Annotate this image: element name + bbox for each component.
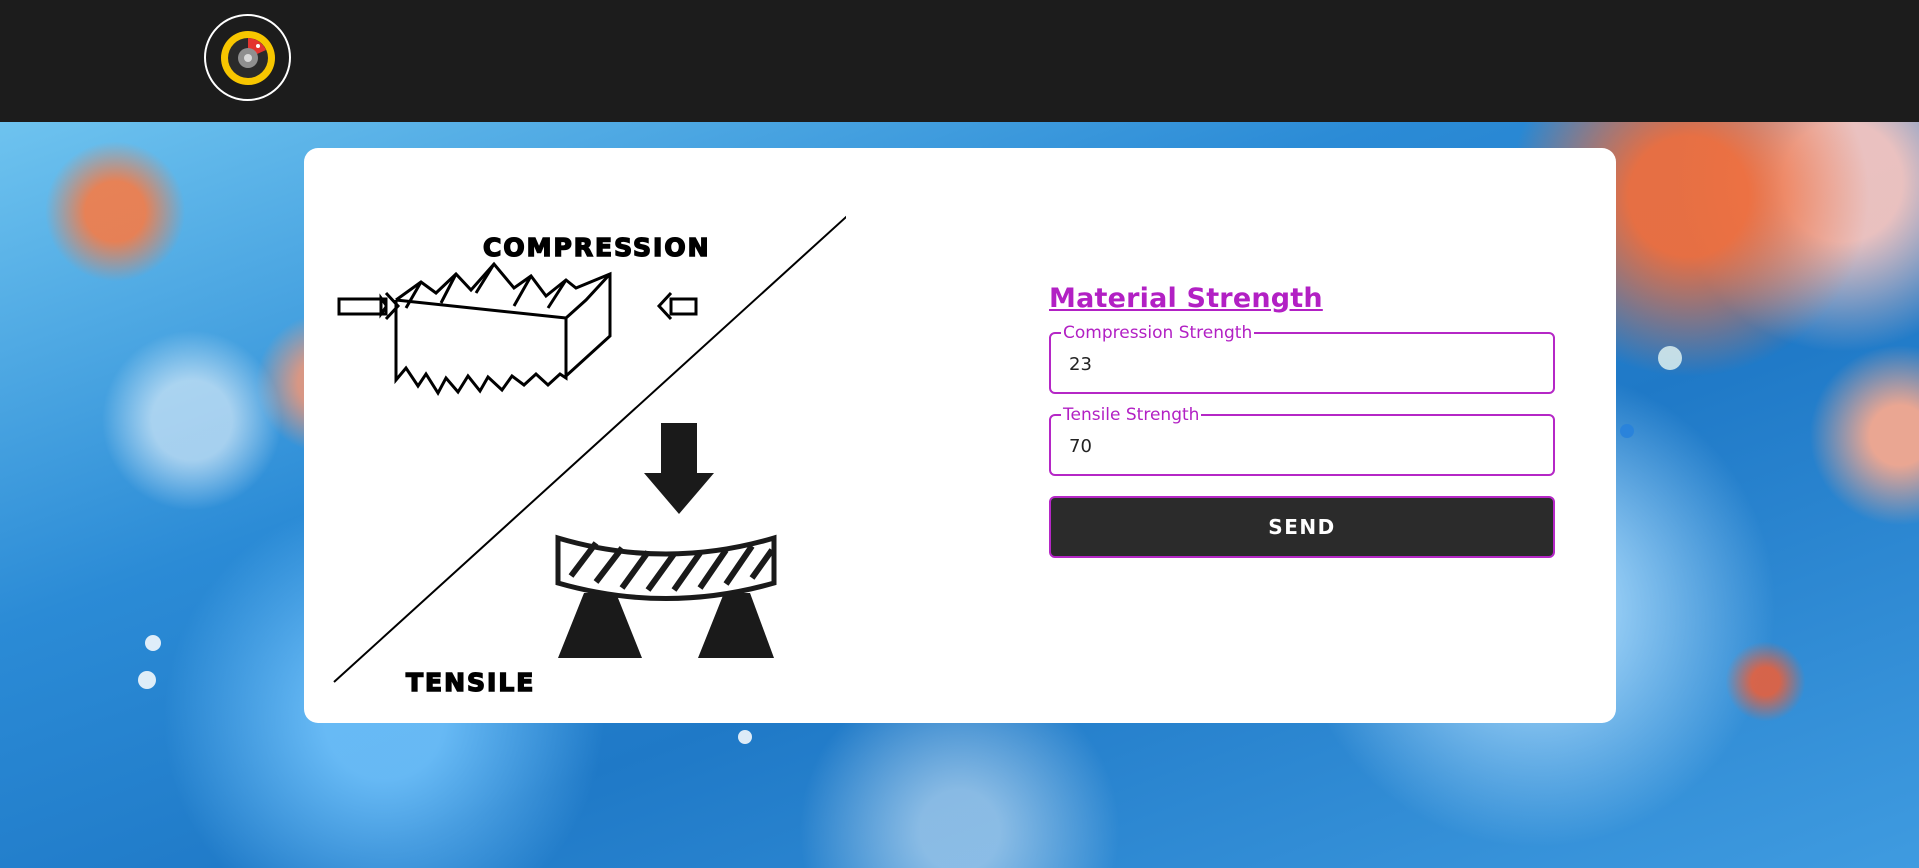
main-card: COMPRESSION TENSILE Material Strength Co… xyxy=(304,148,1616,723)
compression-strength-field: Compression Strength xyxy=(1049,323,1555,394)
tensile-beam-icon xyxy=(555,423,777,658)
form-title-link[interactable]: Material Strength xyxy=(1049,279,1555,319)
tensile-label: TENSILE xyxy=(406,668,535,697)
compression-block-icon xyxy=(337,261,698,396)
logo-button[interactable] xyxy=(204,14,291,101)
compression-label: COMPRESSION xyxy=(483,233,711,262)
top-navbar xyxy=(0,0,1919,122)
tensile-strength-field: Tensile Strength xyxy=(1049,405,1555,476)
gauge-logo-icon xyxy=(220,30,275,85)
compression-strength-label: Compression Strength xyxy=(1061,323,1255,343)
tensile-strength-label: Tensile Strength xyxy=(1061,405,1202,425)
compression-strength-input[interactable] xyxy=(1069,351,1529,377)
tensile-strength-input[interactable] xyxy=(1069,433,1529,459)
compression-tensile-illustration: COMPRESSION TENSILE xyxy=(333,215,846,698)
send-button[interactable]: SEND xyxy=(1049,496,1555,558)
material-strength-form: Material Strength Compression Strength T… xyxy=(1049,279,1555,558)
